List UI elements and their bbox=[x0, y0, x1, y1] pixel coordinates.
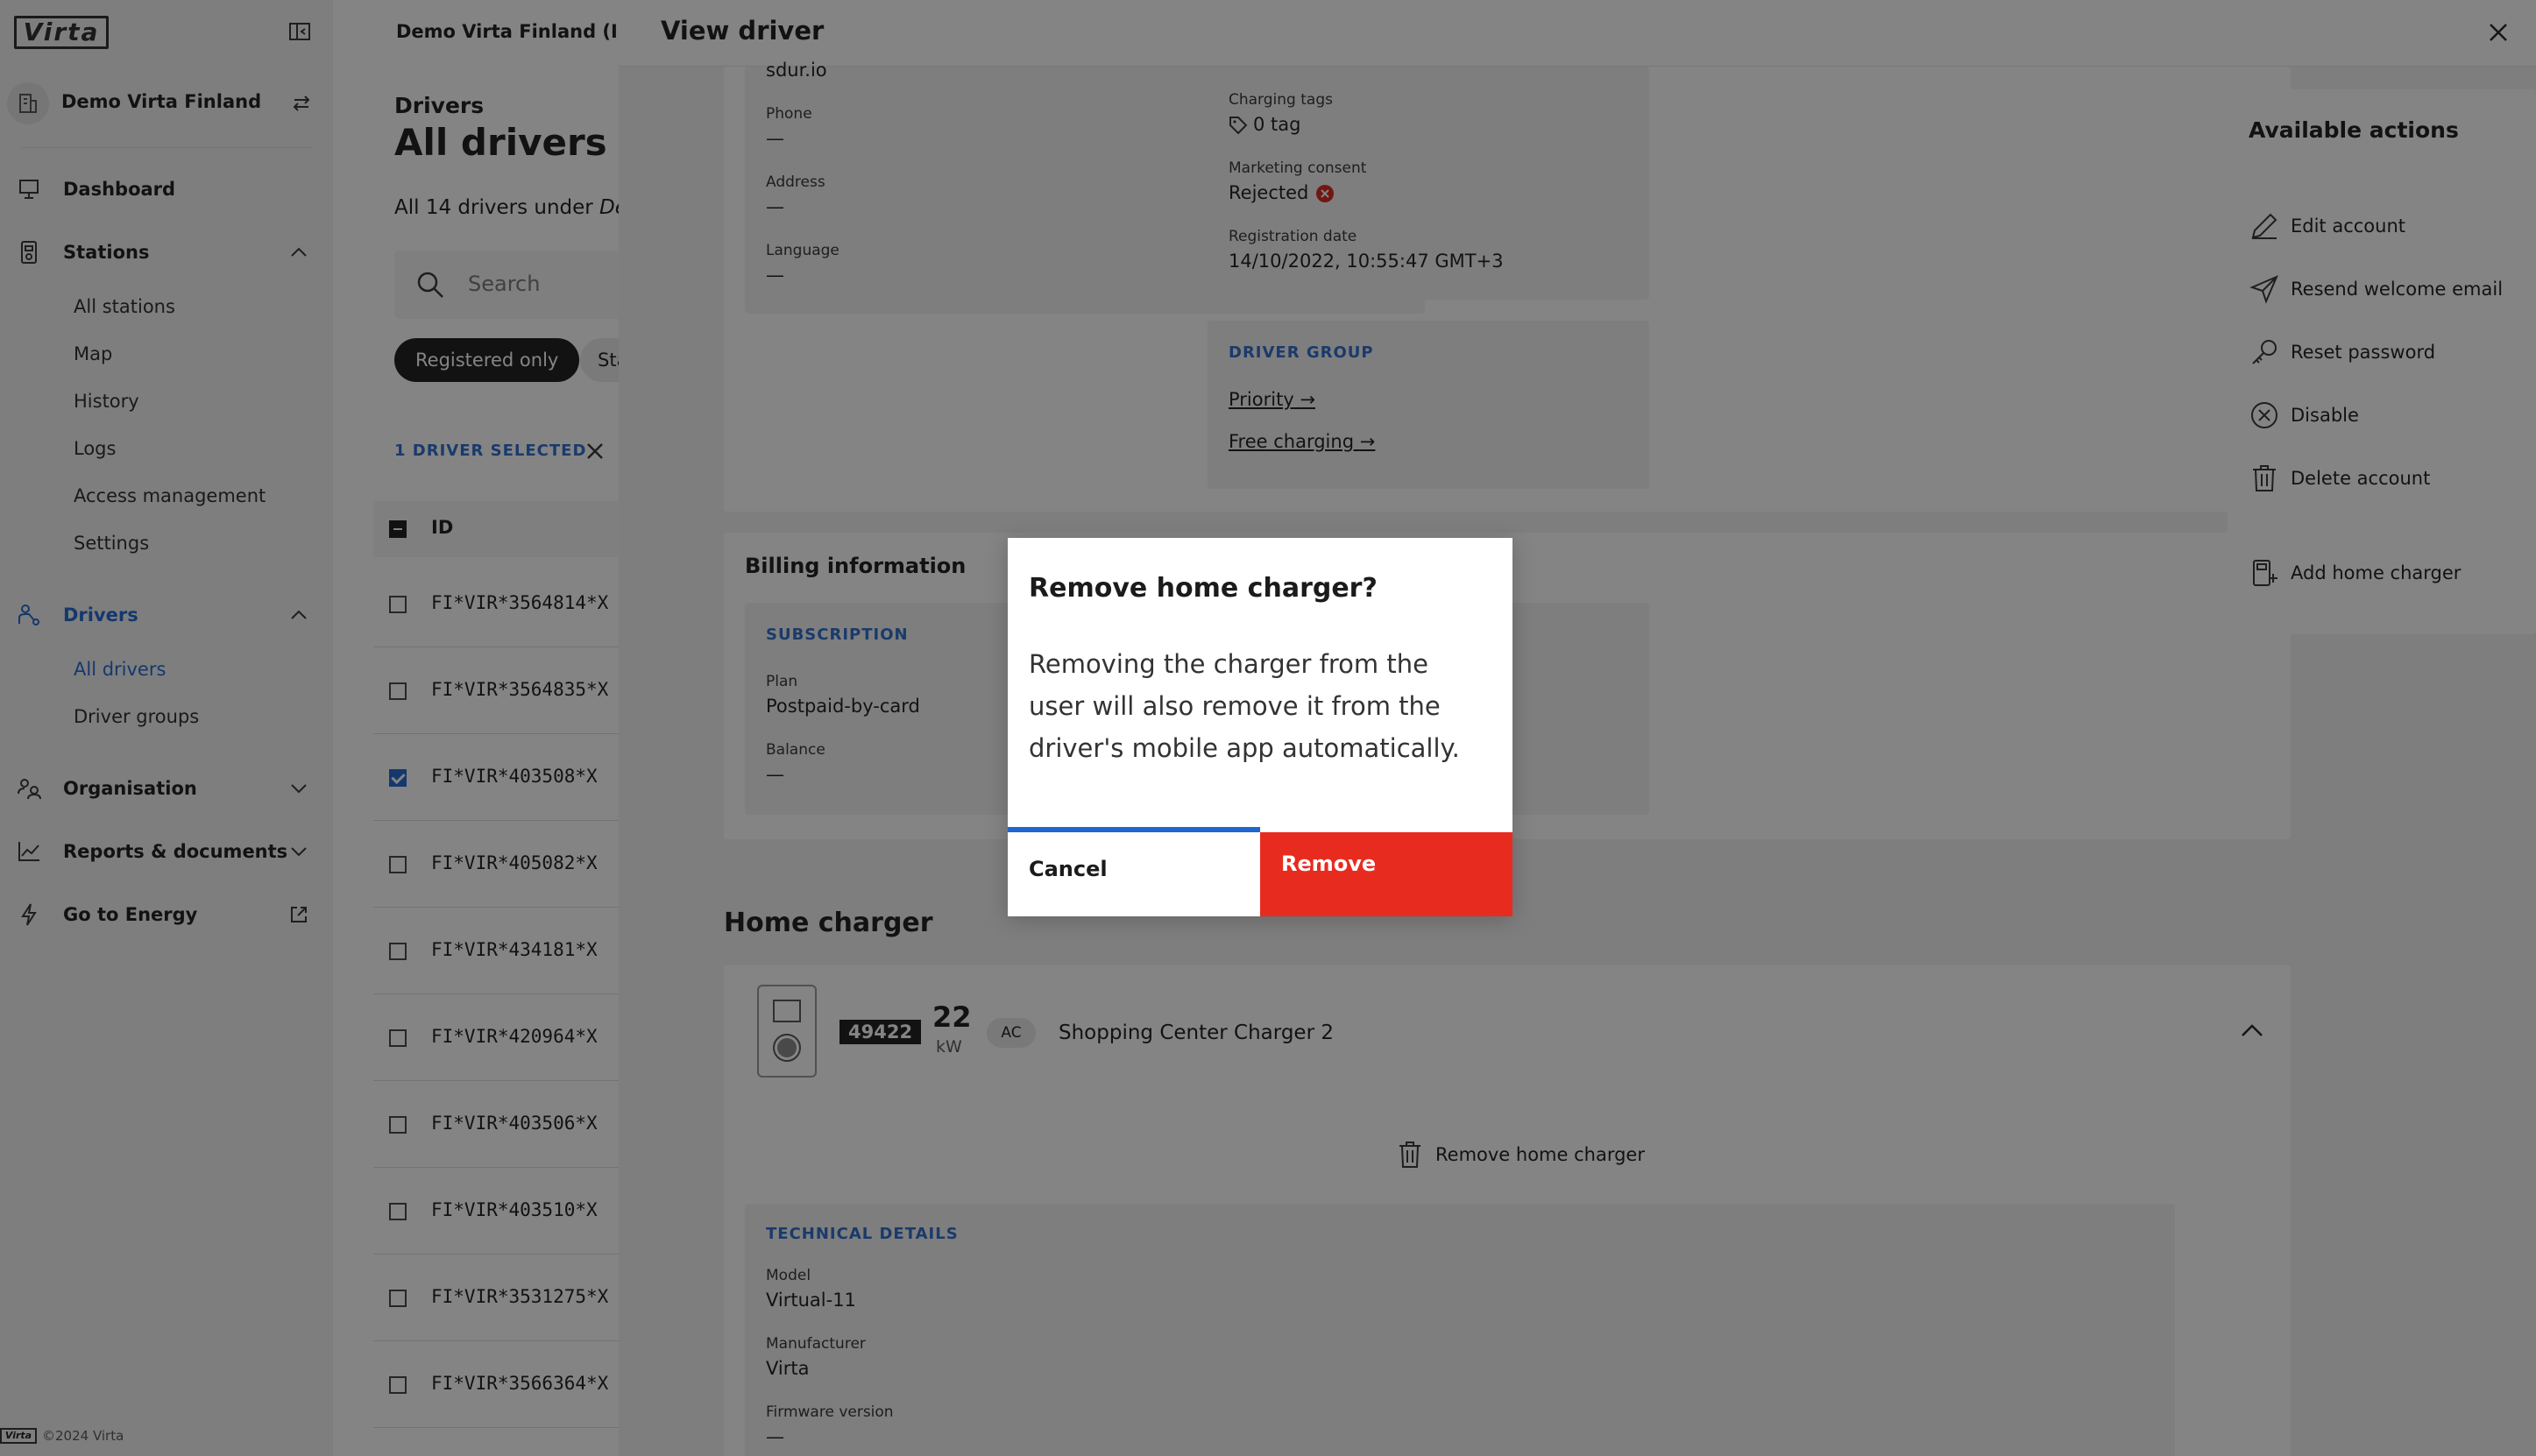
dialog-title: Remove home charger? bbox=[1029, 573, 1378, 604]
remove-charger-dialog: Remove home charger? Removing the charge… bbox=[1008, 538, 1512, 916]
dialog-backdrop[interactable] bbox=[619, 0, 2536, 1456]
cancel-button[interactable]: Cancel bbox=[1008, 827, 1260, 916]
dialog-body: Removing the charger from the user will … bbox=[1029, 649, 1460, 763]
remove-button[interactable]: Remove bbox=[1260, 832, 1512, 916]
